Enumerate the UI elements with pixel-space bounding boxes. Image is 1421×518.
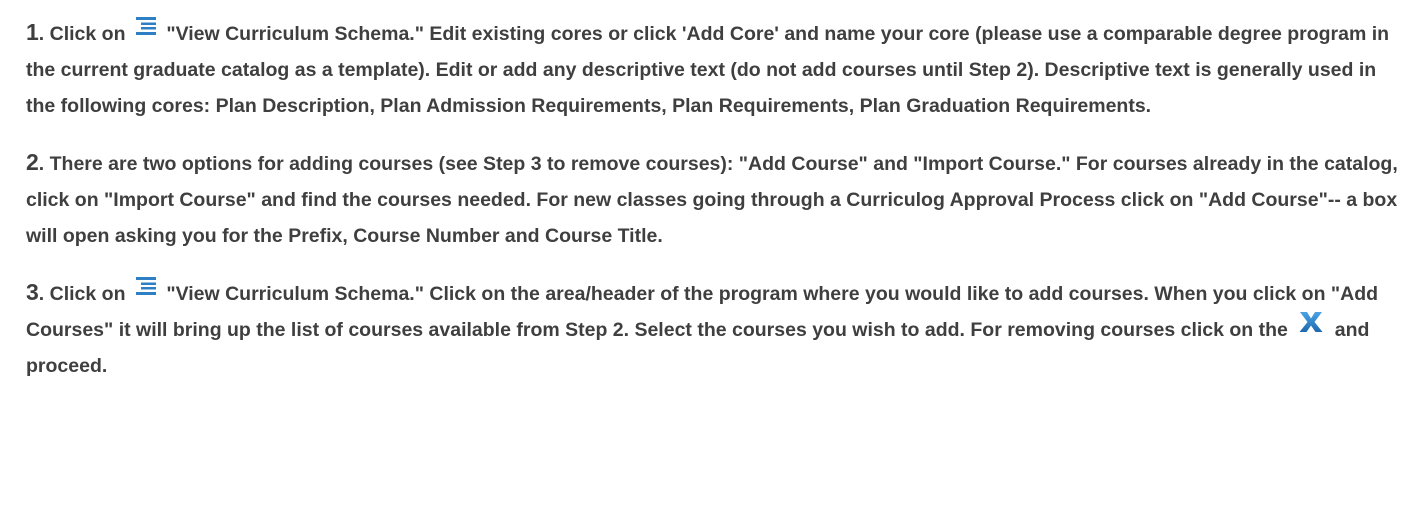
step-3: 3. Click on "View Curriculum Schema." Cl… <box>26 274 1406 384</box>
list-icon <box>135 16 157 36</box>
step-number-suffix: . <box>38 23 50 45</box>
step-text: Click on <box>49 283 131 305</box>
step-text: "View Curriculum Schema." Click on the a… <box>26 283 1379 341</box>
step-number: 1 <box>26 19 39 45</box>
instructions: 1. Click on "View Curriculum Schema." Ed… <box>26 14 1406 384</box>
list-icon <box>135 276 157 296</box>
step-number: 2 <box>26 149 39 175</box>
step-text: "View Curriculum Schema." Edit existing … <box>26 23 1390 117</box>
step-number: 3 <box>26 279 39 305</box>
step-2: 2. There are two options for adding cour… <box>26 144 1406 254</box>
step-1: 1. Click on "View Curriculum Schema." Ed… <box>26 14 1406 124</box>
x-icon <box>1297 310 1325 334</box>
step-number-suffix: . <box>38 153 50 175</box>
step-number-suffix: . <box>38 283 50 305</box>
step-text: There are two options for adding courses… <box>26 153 1398 247</box>
step-text: Click on <box>49 23 131 45</box>
